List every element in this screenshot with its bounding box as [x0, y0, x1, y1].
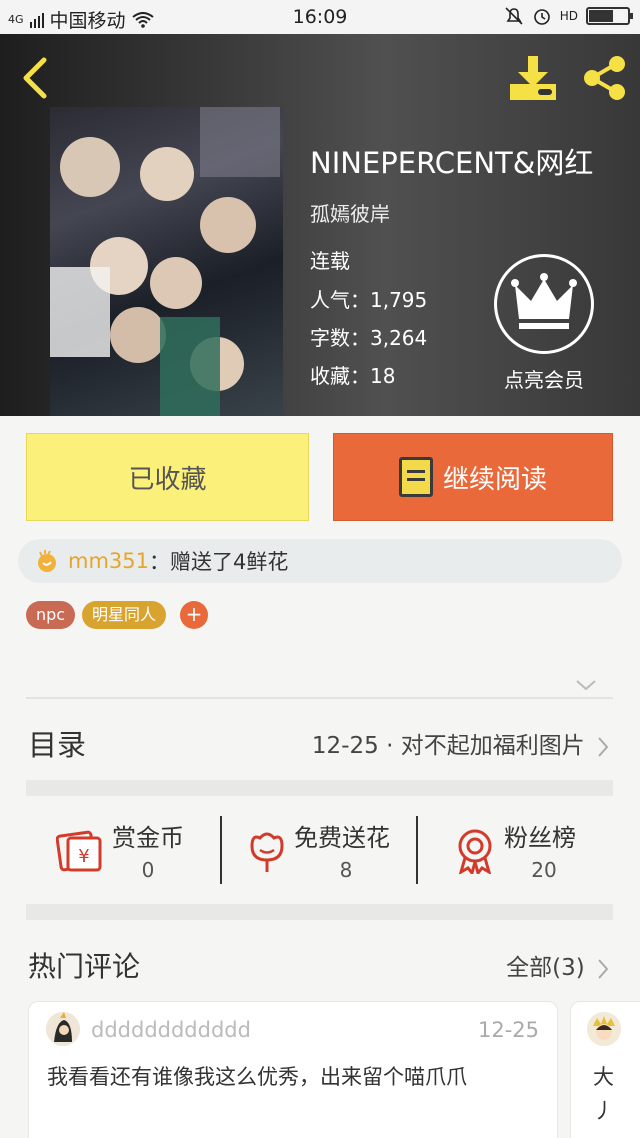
section-divider — [26, 904, 613, 920]
comment-username[interactable]: dddddddddddd — [91, 1018, 251, 1042]
comment-date: 12-25 — [477, 1018, 539, 1042]
continue-reading-label: 继续阅读 — [442, 464, 547, 495]
status-bar: 4G 中国移动 16:09 HD — [0, 0, 640, 34]
collected-label: 已收藏 — [128, 464, 207, 495]
divider — [26, 697, 613, 699]
book-header: NINEPERCENT&网红 孤嫣彼岸 连载 人气：1,795 字数：3,264… — [0, 34, 640, 416]
favorites-label: 收藏： — [310, 364, 370, 388]
comment-text: 我看看还有谁像我这么优秀，出来留个喵爪爪 — [47, 1065, 467, 1089]
download-icon — [510, 56, 556, 100]
gift-user[interactable]: mm351 — [68, 549, 149, 573]
back-arrow-icon — [23, 57, 47, 99]
gift-message: ：赠送了4鲜花 — [149, 550, 289, 574]
reward-coins-metric[interactable]: ¥ 赏金币 0 — [56, 818, 216, 884]
all-comments-link[interactable]: 全部(3) — [506, 948, 610, 982]
add-tag-button[interactable]: + — [180, 601, 208, 629]
battery-icon — [586, 7, 633, 25]
hot-comments-title: 热门评论 — [28, 950, 141, 983]
popularity-stat: 人气：1,795 — [310, 284, 427, 313]
metric-separator — [220, 816, 222, 884]
continue-reading-button[interactable]: 继续阅读 — [333, 433, 613, 521]
hd-call-indicator: HD — [559, 9, 578, 23]
metric-separator — [416, 816, 418, 884]
avatar[interactable] — [587, 1012, 621, 1046]
ribbon-badge-icon — [458, 829, 492, 874]
all-comments-label: 全部(3) — [506, 955, 585, 981]
free-flower-label: 免费送花 — [294, 824, 390, 852]
plus-icon: + — [185, 602, 203, 626]
free-flower-value: 8 — [339, 858, 353, 882]
clap-hand-icon — [38, 550, 56, 572]
favorites-stat: 收藏：18 — [310, 360, 395, 389]
word-count-stat: 字数：3,264 — [310, 322, 427, 351]
avatar[interactable] — [46, 1012, 80, 1046]
book-author[interactable]: 孤嫣彼岸 — [310, 198, 390, 227]
fan-ranking-metric[interactable]: 粉丝榜 20 — [452, 818, 612, 884]
back-button[interactable] — [18, 56, 54, 100]
status-right: HD — [504, 6, 633, 26]
toc-latest-text: 12-25 · 对不起加福利图片 — [311, 733, 585, 759]
section-divider — [26, 780, 613, 796]
expand-chevron-down-icon[interactable] — [575, 672, 597, 696]
chevron-right-icon — [598, 958, 609, 979]
popularity-label: 人气： — [310, 288, 370, 312]
free-flower-metric[interactable]: 免费送花 8 — [244, 818, 414, 884]
alarm-clock-icon — [533, 9, 550, 25]
favorites-value: 18 — [370, 364, 396, 388]
book-cover-image[interactable] — [50, 107, 283, 416]
word-count-value: 3,264 — [370, 326, 428, 350]
chevron-right-icon — [598, 736, 609, 757]
fan-ranking-label: 粉丝榜 — [504, 824, 576, 852]
book-status: 连载 — [310, 249, 350, 273]
vip-crown-button[interactable] — [494, 254, 594, 354]
comment-card[interactable]: dddddddddddd 12-25 我看看还有谁像我这么优秀，出来留个喵爪爪 — [28, 1001, 558, 1138]
book-title: NINEPERCENT&网红 — [310, 146, 594, 180]
share-icon — [584, 56, 625, 100]
vip-label[interactable]: 点亮会员 — [480, 364, 608, 393]
share-button[interactable] — [580, 54, 628, 102]
popularity-value: 1,795 — [370, 288, 428, 312]
download-button[interactable] — [508, 54, 558, 102]
gift-notice[interactable]: mm351 ：赠送了4鲜花 — [18, 539, 622, 583]
book-icon — [398, 457, 433, 497]
mute-bell-icon — [505, 7, 523, 25]
comment-card[interactable]: 大丿 — [570, 1001, 640, 1138]
fan-ranking-value: 20 — [531, 858, 557, 882]
svg-text:¥: ¥ — [78, 846, 89, 867]
comment-text: 大丿 — [593, 1065, 614, 1123]
toc-label[interactable]: 目录 — [28, 722, 86, 764]
collected-button[interactable]: 已收藏 — [26, 433, 309, 521]
flower-icon — [250, 832, 284, 872]
toc-latest-chapter[interactable]: 12-25 · 对不起加福利图片 — [312, 726, 610, 760]
tag-npc[interactable]: npc — [26, 601, 76, 629]
tag-celebrity-fanfic[interactable]: 明星同人 — [82, 601, 167, 629]
word-count-label: 字数： — [310, 326, 370, 350]
crown-icon — [511, 273, 577, 329]
reward-coins-value: 0 — [141, 858, 155, 882]
reward-coins-label: 赏金币 — [112, 824, 184, 852]
red-envelope-yen-icon: ¥ — [56, 830, 102, 872]
